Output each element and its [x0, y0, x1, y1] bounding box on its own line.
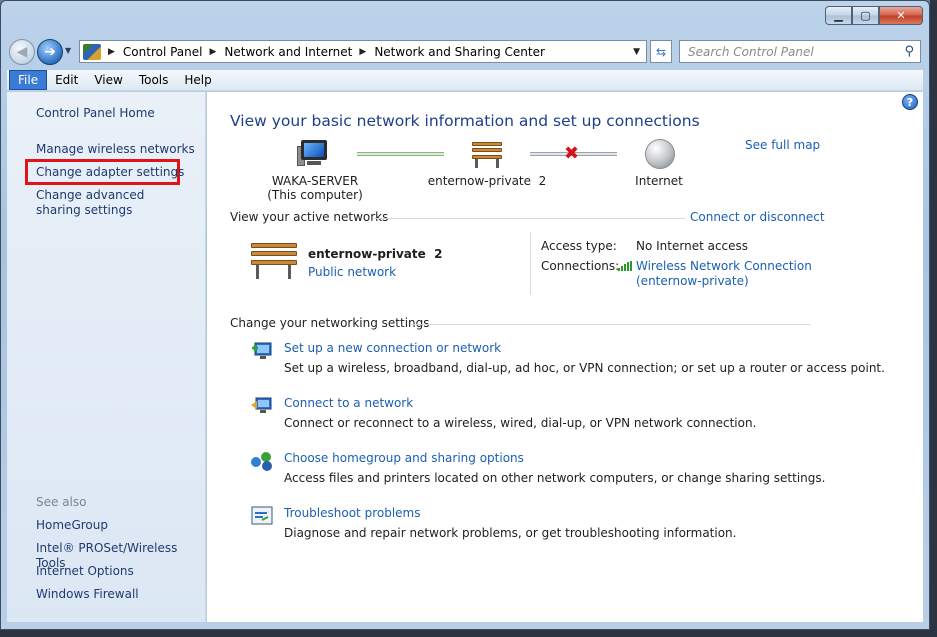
map-node-network[interactable]: enternow-private 2	[425, 174, 549, 188]
forward-arrow-icon: ➔	[44, 44, 56, 60]
sidebar-link-internet-options[interactable]: Internet Options	[36, 564, 134, 579]
page-title: View your basic network information and …	[230, 112, 700, 130]
main-content: ? View your basic network information an…	[207, 92, 923, 622]
search-placeholder: Search Control Panel	[688, 44, 814, 59]
task-setup-connection-link[interactable]: Set up a new connection or network	[284, 341, 501, 355]
menu-edit[interactable]: Edit	[47, 71, 86, 89]
map-connection-line	[357, 152, 444, 156]
menu-tools[interactable]: Tools	[131, 71, 177, 89]
sidebar-link-homegroup[interactable]: HomeGroup	[36, 518, 108, 533]
maximize-button[interactable]: ▢	[852, 6, 879, 25]
control-panel-icon	[83, 43, 101, 60]
navigation-bar: ◀ ➔ ▼ ▶ Control Panel ▶ Network and Inte…	[7, 38, 923, 66]
sidebar: Control Panel Home Manage wireless netwo…	[7, 92, 206, 622]
task-troubleshoot-link[interactable]: Troubleshoot problems	[284, 506, 420, 520]
see-full-map-link[interactable]: See full map	[745, 138, 820, 152]
breadcrumb-control-panel[interactable]: Control Panel	[123, 45, 203, 59]
access-type-label: Access type:	[541, 239, 617, 253]
desktop-edge	[930, 0, 937, 637]
menu-bar: File Edit View Tools Help	[7, 70, 923, 91]
access-type-value: No Internet access	[636, 239, 749, 253]
sidebar-link-manage-wireless[interactable]: Manage wireless networks	[36, 142, 195, 157]
divider	[373, 218, 685, 219]
recent-pages-dropdown[interactable]: ▼	[65, 46, 71, 55]
bench-network-icon	[472, 142, 502, 168]
search-input[interactable]: Search Control Panel ⚲	[679, 40, 921, 63]
menu-help[interactable]: Help	[176, 71, 219, 89]
breadcrumb-separator[interactable]: ▶	[359, 47, 366, 57]
forward-button[interactable]: ➔	[37, 39, 63, 65]
back-button[interactable]: ◀	[9, 39, 35, 65]
close-button[interactable]: ✕	[879, 6, 923, 25]
menu-view[interactable]: View	[86, 71, 130, 89]
network-name: enternow-private 2	[427, 174, 547, 188]
refresh-button[interactable]: ⇆	[650, 40, 672, 63]
active-network-name: enternow-private 2	[308, 247, 443, 261]
search-icon[interactable]: ⚲	[904, 44, 914, 59]
breadcrumb-separator[interactable]: ▶	[210, 47, 217, 57]
see-also-heading: See also	[36, 495, 87, 509]
internet-globe-icon	[645, 139, 675, 169]
connections-label: Connections:	[541, 259, 620, 273]
address-dropdown-icon[interactable]: ▼	[633, 47, 640, 57]
map-node-computer[interactable]: WAKA-SERVER (This computer)	[265, 174, 365, 202]
wireless-signal-icon	[618, 261, 632, 271]
change-settings-label: Change your networking settings	[230, 316, 430, 330]
homegroup-icon	[250, 450, 274, 472]
network-bench-icon	[251, 243, 297, 281]
refresh-icon: ⇆	[655, 44, 667, 59]
task-homegroup-desc: Access files and printers located on oth…	[284, 471, 826, 485]
task-connect-network-desc: Connect or reconnect to a wireless, wire…	[284, 416, 757, 430]
sidebar-link-advanced-sharing[interactable]: Change advanced sharing settings	[36, 188, 186, 218]
sidebar-link-change-adapter-settings[interactable]: Change adapter settings	[36, 165, 184, 180]
divider	[410, 324, 810, 325]
map-node-internet[interactable]: Internet	[629, 174, 689, 188]
divider-vertical	[530, 232, 531, 295]
connect-or-disconnect-link[interactable]: Connect or disconnect	[690, 210, 825, 224]
menu-file[interactable]: File	[9, 70, 48, 90]
help-icon[interactable]: ?	[902, 94, 918, 110]
sidebar-link-control-panel-home[interactable]: Control Panel Home	[36, 106, 155, 121]
computer-subtitle: (This computer)	[267, 188, 363, 202]
breadcrumb-network-and-sharing-center[interactable]: Network and Sharing Center	[374, 45, 545, 59]
computer-name: WAKA-SERVER	[271, 174, 359, 188]
desktop-edge-bottom	[0, 630, 937, 637]
new-connection-icon	[250, 340, 274, 362]
address-bar[interactable]: ▶ Control Panel ▶ Network and Internet ▶…	[79, 40, 647, 63]
troubleshoot-icon	[250, 505, 274, 527]
wireless-connection-ssid[interactable]: (enternow-private)	[636, 274, 749, 288]
sidebar-link-windows-firewall[interactable]: Windows Firewall	[36, 587, 139, 602]
active-networks-label: View your active networks	[230, 210, 389, 224]
network-type-link[interactable]: Public network	[308, 265, 396, 279]
task-homegroup-link[interactable]: Choose homegroup and sharing options	[284, 451, 524, 465]
minimize-button[interactable]: ▁	[825, 6, 852, 25]
breadcrumb-separator[interactable]: ▶	[108, 47, 115, 57]
breadcrumb-network-and-internet[interactable]: Network and Internet	[224, 45, 352, 59]
computer-icon	[297, 140, 329, 168]
no-connection-icon: ✖	[564, 143, 580, 164]
caption-buttons: ▁ ▢ ✕	[825, 6, 923, 25]
back-arrow-icon: ◀	[16, 44, 28, 60]
internet-label: Internet	[635, 174, 683, 188]
task-connect-network-link[interactable]: Connect to a network	[284, 396, 413, 410]
task-setup-connection-desc: Set up a wireless, broadband, dial-up, a…	[284, 361, 885, 375]
wireless-connection-link[interactable]: Wireless Network Connection	[636, 259, 812, 273]
connect-network-icon	[250, 395, 274, 417]
task-troubleshoot-desc: Diagnose and repair network problems, or…	[284, 526, 737, 540]
